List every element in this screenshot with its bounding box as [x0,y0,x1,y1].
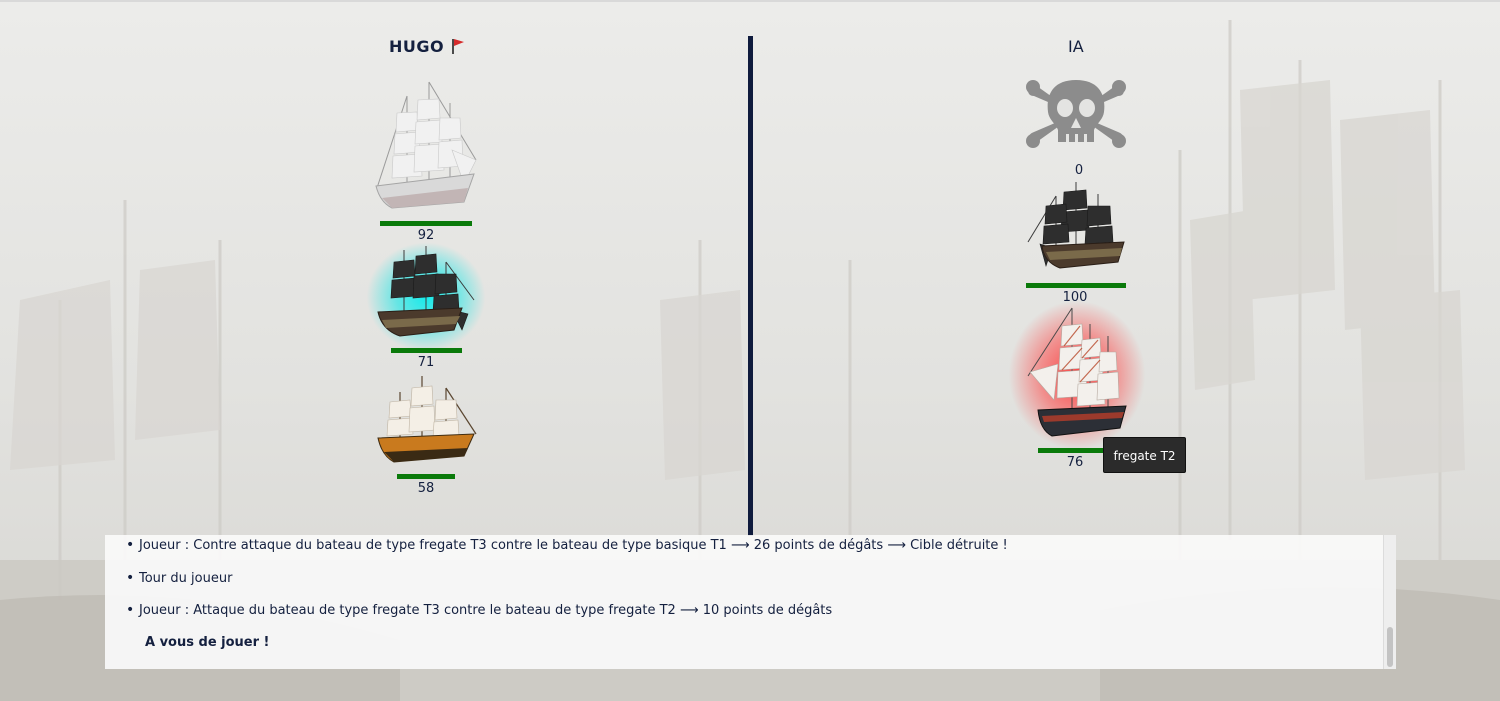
flag-icon [452,39,464,54]
bullet-icon: • [126,570,135,586]
player-name-ia: IA [1068,37,1084,56]
log-entry-text: Tour du joueur [139,571,233,586]
log-entry-text: Joueur : Contre attaque du bateau de typ… [139,538,1008,553]
left-ship-1-hp-bar [380,221,472,226]
log-entry: • Joueur : Contre attaque du bateau de ty… [126,537,1008,553]
board-divider [748,36,753,536]
ship-type-tooltip: fregate T2 [1103,437,1186,473]
log-scrollbar[interactable] [1383,535,1396,669]
log-entry: • Tour du joueur [126,570,233,586]
left-ship-2-hp: 71 [417,355,435,370]
player-name-hugo: HUGO [389,37,445,56]
bullet-icon: • [126,537,135,553]
right-ship-3-hp: 76 [1066,455,1084,470]
log-entry-text: Joueur : Attaque du bateau de type frega… [139,603,833,618]
top-edge [0,0,1500,2]
left-ship-1-hp: 92 [417,228,435,243]
skull-crossbones-icon [1026,80,1126,148]
left-ship-3-hp-bar [397,474,455,479]
left-ship-3[interactable] [374,372,478,466]
left-ship-3-hp: 58 [417,481,435,496]
left-ship-2-hp-bar [391,348,462,353]
right-ship-2-hp-bar [1026,283,1126,288]
log-scrollbar-thumb[interactable] [1387,627,1393,667]
battle-log[interactable]: • Joueur : Contre attaque du bateau de ty… [105,535,1396,669]
left-ship-2-selected[interactable] [374,244,478,340]
left-ship-1[interactable] [372,78,480,214]
turn-prompt: A vous de jouer ! [145,635,270,650]
right-ship-1-hp: 0 [1074,163,1084,178]
right-ship-2[interactable] [1024,180,1128,272]
right-ship-3-targeted[interactable] [1024,306,1128,440]
bullet-icon: • [126,602,135,618]
log-entry: • Joueur : Attaque du bateau de type freg… [126,602,833,618]
